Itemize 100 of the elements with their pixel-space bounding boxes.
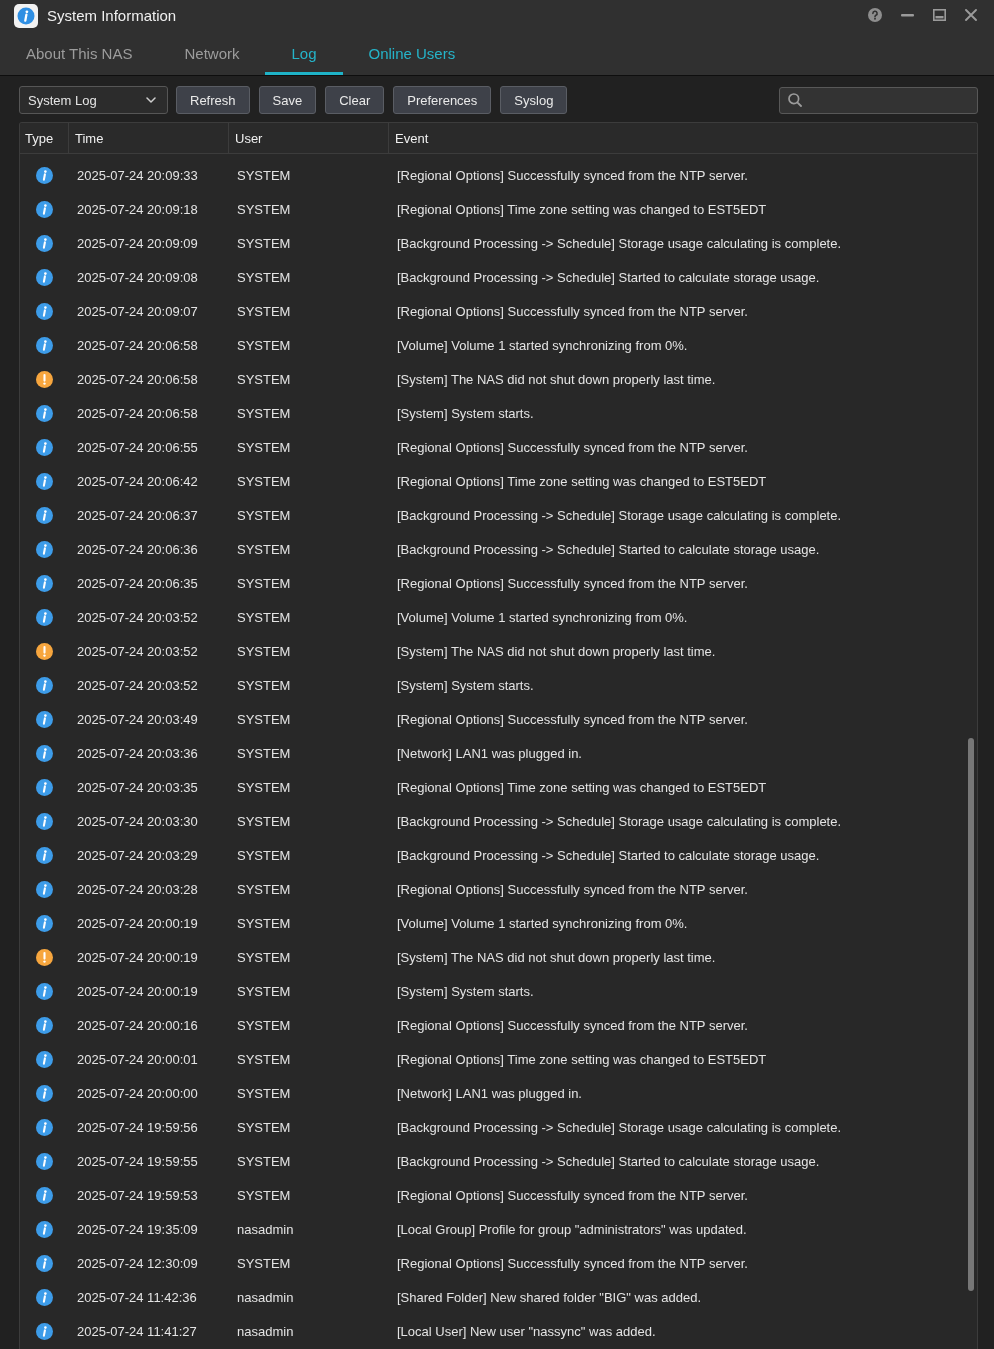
- user-cell: SYSTEM: [237, 1153, 291, 1169]
- info-icon: [35, 1118, 53, 1136]
- user-cell: SYSTEM: [237, 711, 291, 727]
- time-cell: 2025-07-24 20:06:36: [77, 541, 198, 557]
- user-cell: SYSTEM: [237, 915, 291, 931]
- info-icon: [35, 268, 53, 286]
- event-cell: [Background Processing -> Schedule] Storage usage calculating is complete.: [397, 813, 842, 829]
- user-cell: nasadmin: [237, 1323, 294, 1339]
- info-icon: [35, 540, 53, 558]
- window-title: System Information: [47, 6, 177, 24]
- time-cell: 2025-07-24 20:06:37: [77, 507, 198, 523]
- warning-icon: [35, 642, 53, 660]
- event-cell: [System] System starts.: [397, 677, 534, 693]
- column-header[interactable]: Event: [389, 123, 977, 153]
- time-cell: 2025-07-24 20:09:09: [77, 235, 198, 251]
- event-cell: [Regional Options] Successfully synced from the NTP server.: [397, 711, 748, 727]
- user-cell: SYSTEM: [237, 881, 291, 897]
- user-cell: SYSTEM: [237, 1119, 291, 1135]
- warning-icon: [35, 948, 53, 966]
- event-cell: [Regional Options] Successfully synced from the NTP server.: [397, 1017, 748, 1033]
- user-cell: SYSTEM: [237, 813, 291, 829]
- tab[interactable]: About This NAS: [0, 30, 159, 75]
- event-cell: [System] System starts.: [397, 405, 534, 421]
- time-cell: 2025-07-24 20:03:52: [77, 643, 198, 659]
- column-header[interactable]: Type: [20, 123, 69, 153]
- info-icon: [35, 1322, 53, 1340]
- time-cell: 2025-07-24 12:30:09: [77, 1255, 198, 1271]
- info-icon: [35, 574, 53, 592]
- user-cell: SYSTEM: [237, 507, 291, 523]
- tab[interactable]: Online Users: [342, 30, 482, 75]
- time-cell: 2025-07-24 20:06:35: [77, 575, 198, 591]
- time-cell: 2025-07-24 20:09:18: [77, 201, 198, 217]
- user-cell: SYSTEM: [237, 609, 291, 625]
- time-cell: 2025-07-24 20:03:30: [77, 813, 198, 829]
- event-cell: [Local Group] Profile for group "administrators" was updated.: [397, 1221, 747, 1237]
- info-icon: [35, 744, 53, 762]
- time-cell: 2025-07-24 20:06:58: [77, 405, 198, 421]
- info-icon: [35, 880, 53, 898]
- tab[interactable]: Log: [265, 30, 343, 75]
- user-cell: SYSTEM: [237, 1187, 291, 1203]
- toolbar-button[interactable]: Refresh: [176, 86, 250, 114]
- event-cell: [Network] LAN1 was plugged in.: [397, 1085, 582, 1101]
- event-cell: [System] System starts.: [397, 983, 534, 999]
- time-cell: 2025-07-24 20:06:42: [77, 473, 198, 489]
- event-cell: [Regional Options] Successfully synced from the NTP server.: [397, 439, 748, 455]
- info-icon: [35, 1254, 53, 1272]
- event-cell: [Volume] Volume 1 started synchronizing from 0%.: [397, 337, 688, 353]
- close-icon[interactable]: [965, 9, 977, 21]
- info-icon: [35, 336, 53, 354]
- event-cell: [Regional Options] Successfully synced from the NTP server.: [397, 1187, 748, 1203]
- search-field[interactable]: [779, 86, 978, 114]
- toolbar-button[interactable]: Preferences: [393, 86, 492, 114]
- info-icon: [35, 778, 53, 796]
- time-cell: 2025-07-24 20:03:28: [77, 881, 198, 897]
- event-cell: [Network] LAN1 was plugged in.: [397, 745, 582, 761]
- time-cell: 2025-07-24 20:00:19: [77, 949, 198, 965]
- user-cell: nasadmin: [237, 1221, 294, 1237]
- user-cell: SYSTEM: [237, 303, 291, 319]
- minimize-icon[interactable]: [901, 13, 914, 17]
- help-icon[interactable]: [868, 8, 882, 22]
- info-icon: [35, 914, 53, 932]
- time-cell: 2025-07-24 20:06:58: [77, 371, 198, 387]
- info-icon: [35, 302, 53, 320]
- event-cell: [System] The NAS did not shut down properly last time.: [397, 949, 716, 965]
- event-cell: [System] The NAS did not shut down properly last time.: [397, 371, 716, 387]
- search-icon: [788, 93, 802, 107]
- time-cell: 2025-07-24 20:03:35: [77, 779, 198, 795]
- time-cell: 2025-07-24 20:09:08: [77, 269, 198, 285]
- tab[interactable]: Network: [158, 30, 266, 75]
- time-cell: 2025-07-24 20:03:29: [77, 847, 198, 863]
- time-cell: 2025-07-24 20:00:19: [77, 983, 198, 999]
- info-icon: [35, 1186, 53, 1204]
- column-header[interactable]: Time: [69, 123, 229, 153]
- time-cell: 2025-07-24 20:00:19: [77, 915, 198, 931]
- scrollbar-thumb[interactable]: [968, 738, 974, 1291]
- event-cell: [Background Processing -> Schedule] Storage usage calculating is complete.: [397, 507, 842, 523]
- event-cell: [System] The NAS did not shut down properly last time.: [397, 643, 716, 659]
- column-header[interactable]: User: [229, 123, 389, 153]
- toolbar-button[interactable]: Syslog: [500, 86, 568, 114]
- info-icon: [35, 1152, 53, 1170]
- info-icon: [35, 1220, 53, 1238]
- user-cell: SYSTEM: [237, 201, 291, 217]
- time-cell: 2025-07-24 11:42:36: [77, 1289, 197, 1305]
- time-cell: 2025-07-24 20:09:07: [77, 303, 198, 319]
- user-cell: SYSTEM: [237, 473, 291, 489]
- toolbar-button[interactable]: Save: [258, 86, 317, 114]
- event-cell: [Shared Folder] New shared folder "BIG" was added.: [397, 1289, 702, 1305]
- user-cell: SYSTEM: [237, 371, 291, 387]
- user-cell: SYSTEM: [237, 847, 291, 863]
- user-cell: SYSTEM: [237, 1051, 291, 1067]
- info-icon: [35, 166, 53, 184]
- info-icon: [35, 1288, 53, 1306]
- log-type-dropdown[interactable]: System Log: [19, 86, 168, 114]
- maximize-icon[interactable]: [933, 9, 946, 21]
- time-cell: 2025-07-24 20:00:00: [77, 1085, 198, 1101]
- chevron-down-icon: [146, 97, 156, 103]
- toolbar-button[interactable]: Clear: [325, 86, 385, 114]
- user-cell: SYSTEM: [237, 1017, 291, 1033]
- info-icon: [35, 812, 53, 830]
- event-cell: [Volume] Volume 1 started synchronizing from 0%.: [397, 609, 688, 625]
